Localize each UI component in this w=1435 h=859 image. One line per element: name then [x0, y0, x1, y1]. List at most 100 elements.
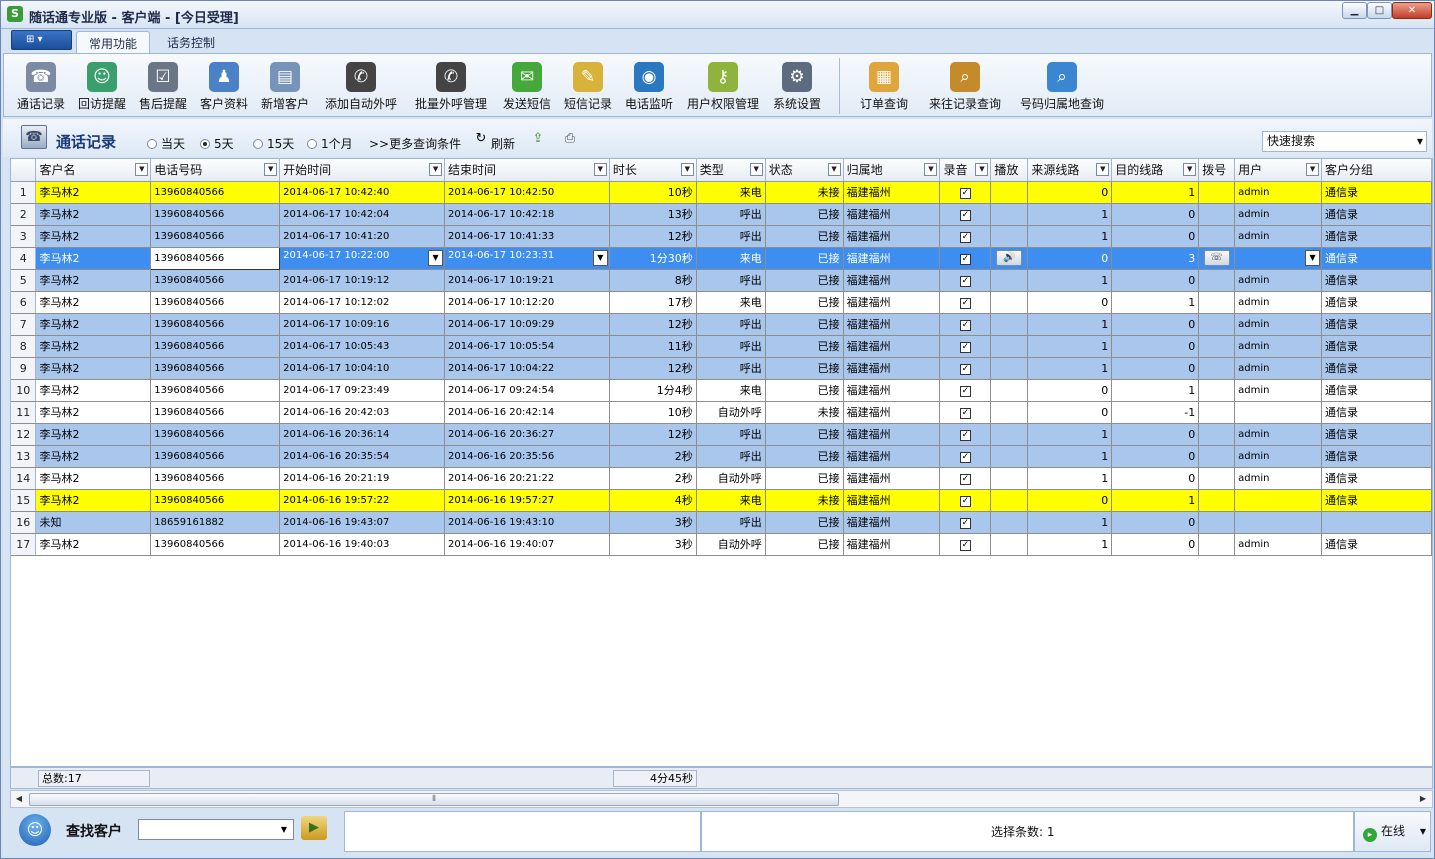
cell-status[interactable]: 已接: [765, 357, 844, 380]
cell-dial[interactable]: [1198, 511, 1236, 534]
horizontal-scrollbar[interactable]: ◀ ⦀ ▶: [10, 790, 1433, 808]
cell-location[interactable]: 福建福州: [843, 335, 941, 358]
cell-target-line[interactable]: 0: [1111, 511, 1200, 534]
cell-target-line[interactable]: 0: [1111, 313, 1200, 336]
cell-play[interactable]: [990, 511, 1029, 534]
cell-play[interactable]: [990, 533, 1029, 556]
cell-source-line[interactable]: 1: [1027, 511, 1113, 534]
cell-dropdown-icon[interactable]: ▼: [428, 250, 444, 266]
cell-recording[interactable]: ✓: [939, 445, 992, 468]
cell-phone-number[interactable]: 13960840566: [150, 423, 281, 446]
radio-today[interactable]: 当天: [147, 135, 185, 152]
cell-customer-name[interactable]: 未知: [35, 511, 152, 534]
recording-checkbox[interactable]: ✓: [959, 430, 971, 441]
table-row[interactable]: 5 李马林2 13960840566 2014-06-17 10:19:12 2014-…: [11, 269, 1432, 292]
cell-play[interactable]: [990, 335, 1029, 358]
cell-dial[interactable]: [1198, 181, 1236, 204]
cell-phone-number[interactable]: 13960840566: [150, 225, 281, 248]
cell-customer-group[interactable]: 通信录: [1321, 181, 1432, 204]
col-play[interactable]: 播放: [990, 159, 1029, 182]
cell-dial[interactable]: [1198, 313, 1236, 336]
cell-start-time[interactable]: 2014-06-16 20:36:14: [279, 423, 446, 446]
cell-play[interactable]: [990, 291, 1029, 314]
cell-recording[interactable]: ✓: [939, 357, 992, 380]
row-number[interactable]: 6: [11, 291, 37, 314]
col-phone-number[interactable]: 电话号码 ▼: [150, 159, 281, 182]
table-row[interactable]: 16 未知 18659161882 2014-06-16 19:43:07 2014-0…: [11, 511, 1432, 534]
cell-user[interactable]: admin: [1234, 313, 1323, 336]
cell-start-time[interactable]: 2014-06-16 19:57:22: [279, 489, 446, 512]
cell-phone-number[interactable]: 13960840566: [150, 533, 281, 556]
cell-type[interactable]: 呼出: [696, 357, 766, 380]
cell-type[interactable]: 来电: [696, 291, 766, 314]
cell-type[interactable]: 呼出: [696, 269, 766, 292]
cell-type[interactable]: 来电: [696, 247, 766, 270]
customer-profile-button[interactable]: ♟ 客户资料: [198, 54, 250, 116]
cell-target-line[interactable]: 0: [1111, 335, 1200, 358]
call-log-button[interactable]: ☎ 通话记录: [15, 54, 67, 116]
cell-recording[interactable]: ✓: [939, 423, 992, 446]
scroll-left-icon[interactable]: ◀: [12, 792, 26, 806]
cell-start-time[interactable]: 2014-06-17 10:42:04: [279, 203, 446, 226]
cell-dial[interactable]: [1198, 445, 1236, 468]
column-filter-icon[interactable]: ▼: [1306, 163, 1320, 176]
row-number[interactable]: 3: [11, 225, 37, 248]
dial-phone-icon[interactable]: ☏: [1203, 250, 1230, 266]
play-speaker-icon[interactable]: 🔊: [996, 250, 1023, 266]
cell-location[interactable]: 福建福州: [843, 467, 941, 490]
cell-start-time[interactable]: 2014-06-16 19:43:07: [279, 511, 446, 534]
cell-location[interactable]: 福建福州: [843, 203, 941, 226]
cell-start-time[interactable]: 2014-06-17 10:19:12: [279, 269, 446, 292]
cell-customer-group[interactable]: 通信录: [1321, 269, 1432, 292]
cell-status[interactable]: 已接: [765, 445, 844, 468]
cell-recording[interactable]: ✓: [939, 247, 992, 270]
col-type[interactable]: 类型 ▼: [696, 159, 766, 182]
table-row[interactable]: 10 李马林2 13960840566 2014-06-17 09:23:49 2014…: [11, 379, 1432, 402]
cell-start-time[interactable]: 2014-06-17 09:23:49: [279, 379, 446, 402]
row-number[interactable]: 1: [11, 181, 37, 204]
cell-target-line[interactable]: 1: [1111, 291, 1200, 314]
cell-play[interactable]: [990, 379, 1029, 402]
cell-source-line[interactable]: 1: [1027, 335, 1113, 358]
cell-type[interactable]: 呼出: [696, 445, 766, 468]
row-number[interactable]: 5: [11, 269, 37, 292]
cell-end-time[interactable]: 2014-06-16 20:36:27: [444, 423, 610, 446]
cell-phone-number[interactable]: 13960840566: [150, 181, 281, 204]
cell-customer-group[interactable]: 通信录: [1321, 533, 1432, 556]
table-row[interactable]: 8 李马林2 13960840566 2014-06-17 10:05:43 2014-…: [11, 335, 1432, 358]
cell-user[interactable]: admin: [1234, 181, 1323, 204]
cell-duration[interactable]: 12秒: [609, 357, 697, 380]
column-filter-icon[interactable]: ▼: [975, 163, 989, 176]
recording-checkbox[interactable]: ✓: [959, 518, 971, 529]
cell-user[interactable]: admin: [1234, 533, 1323, 556]
cell-customer-name[interactable]: 李马林2: [35, 357, 152, 380]
col-start-time[interactable]: 开始时间 ▼: [279, 159, 446, 182]
col-source-line[interactable]: 来源线路 ▼: [1027, 159, 1113, 182]
cell-end-time[interactable]: 2014-06-16 20:35:56: [444, 445, 610, 468]
cell-end-time[interactable]: 2014-06-17 10:05:54: [444, 335, 610, 358]
cell-target-line[interactable]: 0: [1111, 203, 1200, 226]
find-customer-combobox[interactable]: ▼: [138, 819, 294, 840]
cell-play[interactable]: 🔊: [990, 247, 1029, 270]
cell-type[interactable]: 来电: [696, 379, 766, 402]
cell-duration[interactable]: 12秒: [609, 313, 697, 336]
cell-location[interactable]: 福建福州: [843, 181, 941, 204]
cell-start-time[interactable]: 2014-06-17 10:41:20: [279, 225, 446, 248]
cell-user[interactable]: admin: [1234, 445, 1323, 468]
cell-status[interactable]: 已接: [765, 335, 844, 358]
cell-target-line[interactable]: -1: [1111, 401, 1200, 424]
cell-user[interactable]: admin: [1234, 423, 1323, 446]
cell-play[interactable]: [990, 401, 1029, 424]
cell-end-time[interactable]: 2014-06-17 10:42:18: [444, 203, 610, 226]
cell-dial[interactable]: [1198, 357, 1236, 380]
cell-location[interactable]: 福建福州: [843, 401, 941, 424]
cell-type[interactable]: 呼出: [696, 511, 766, 534]
cell-source-line[interactable]: 0: [1027, 489, 1113, 512]
cell-start-time[interactable]: 2014-06-16 20:21:19: [279, 467, 446, 490]
callback-reminder-button[interactable]: ☺ 回访提醒: [76, 54, 128, 116]
cell-dropdown-icon[interactable]: ▼: [592, 250, 608, 266]
cell-location[interactable]: 福建福州: [843, 423, 941, 446]
cell-source-line[interactable]: 1: [1027, 269, 1113, 292]
cell-target-line[interactable]: 1: [1111, 489, 1200, 512]
cell-location[interactable]: 福建福州: [843, 489, 941, 512]
